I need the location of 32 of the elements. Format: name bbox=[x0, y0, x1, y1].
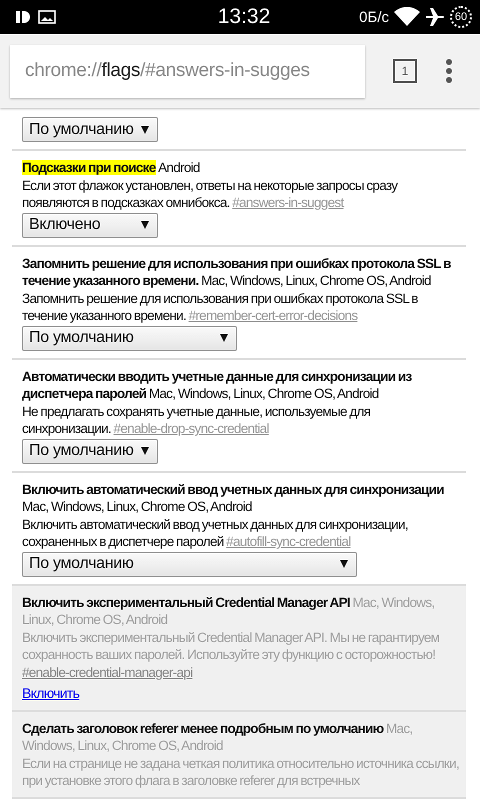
address-bar[interactable]: chrome://flags/#answers-in-sugges bbox=[10, 44, 365, 98]
flag-heading: Сделать заголовок referer менее подробным по умолчанию Mac, Windows, Linux, Chrome OS, Android bbox=[22, 720, 414, 754]
flag-description: Если этот флажок установлен, ответы на некоторые запросы сразу появляются в подсказках омнибокса. #answers-in-suggest bbox=[22, 176, 399, 212]
flag-description: Включить автоматический ввод учетных данных для синхронизации, сохраненных в диспетчере паролей #autofill-sync-credential bbox=[22, 516, 409, 550]
caret-icon bbox=[340, 560, 348, 568]
flag-description: Если на странице не задана четкая политика относительно источника ссылки, при установке этого флага в заголовке referer для встречных bbox=[22, 754, 460, 790]
flag-heading: Запомнить решение для использования при ошибках протокола SSL в течение указанного времени. Mac, Windows, Linux, Chrome OS, Android bbox=[22, 254, 452, 290]
menu-icon[interactable] bbox=[445, 58, 453, 84]
wifi-icon bbox=[394, 7, 420, 27]
dropdown[interactable]: Включено bbox=[22, 212, 158, 238]
flag-heading: Автоматически вводить учетные данные для синхронизации из диспетчера паролей Mac, Windows, Linux, Chrome OS, Android bbox=[22, 368, 413, 402]
caret-icon bbox=[141, 221, 149, 229]
airplane-icon bbox=[425, 7, 445, 27]
flag-description: Не предлагать сохранять учетные данные, используемые для синхронизации. #enable-drop-sync-credential bbox=[22, 402, 372, 438]
image-icon bbox=[38, 10, 56, 24]
notification-icon bbox=[16, 11, 30, 23]
flag-description: Включить экспериментальный Credential Manager API. Мы не гарантируем сохранность ваших паролей. Используйте эту функцию с осторожностью! #enable-credential-manager-api bbox=[22, 628, 440, 681]
caret-icon bbox=[220, 334, 228, 342]
dropdown[interactable]: По умолчанию bbox=[22, 117, 158, 142]
clock-time: 13:32 bbox=[218, 5, 270, 29]
dropdown[interactable]: По умолчанию bbox=[22, 552, 357, 576]
dropdown[interactable]: По умолчанию bbox=[22, 326, 237, 350]
network-speed: 0Б/с bbox=[359, 8, 389, 26]
tab-switcher-button[interactable]: 1 bbox=[393, 59, 417, 83]
battery-indicator: 60 bbox=[450, 6, 472, 28]
caret-icon bbox=[141, 126, 149, 134]
caret-icon bbox=[141, 447, 149, 455]
flag-heading: Включить автоматический ввод учетных данных для синхронизации Mac, Windows, Linux, Chrome OS, Android bbox=[22, 480, 445, 516]
flag-description: Запомнить решение для использования при ошибках протокола SSL в течение указанного времени. #remember-cert-error-decisions bbox=[22, 290, 419, 324]
dropdown[interactable]: По умолчанию bbox=[22, 438, 158, 464]
flag-heading: Подсказки при поиске Android bbox=[22, 159, 201, 176]
flag-heading: Включить экспериментальный Credential Manager API Mac, Windows, Linux, Chrome OS, Android bbox=[22, 594, 436, 628]
